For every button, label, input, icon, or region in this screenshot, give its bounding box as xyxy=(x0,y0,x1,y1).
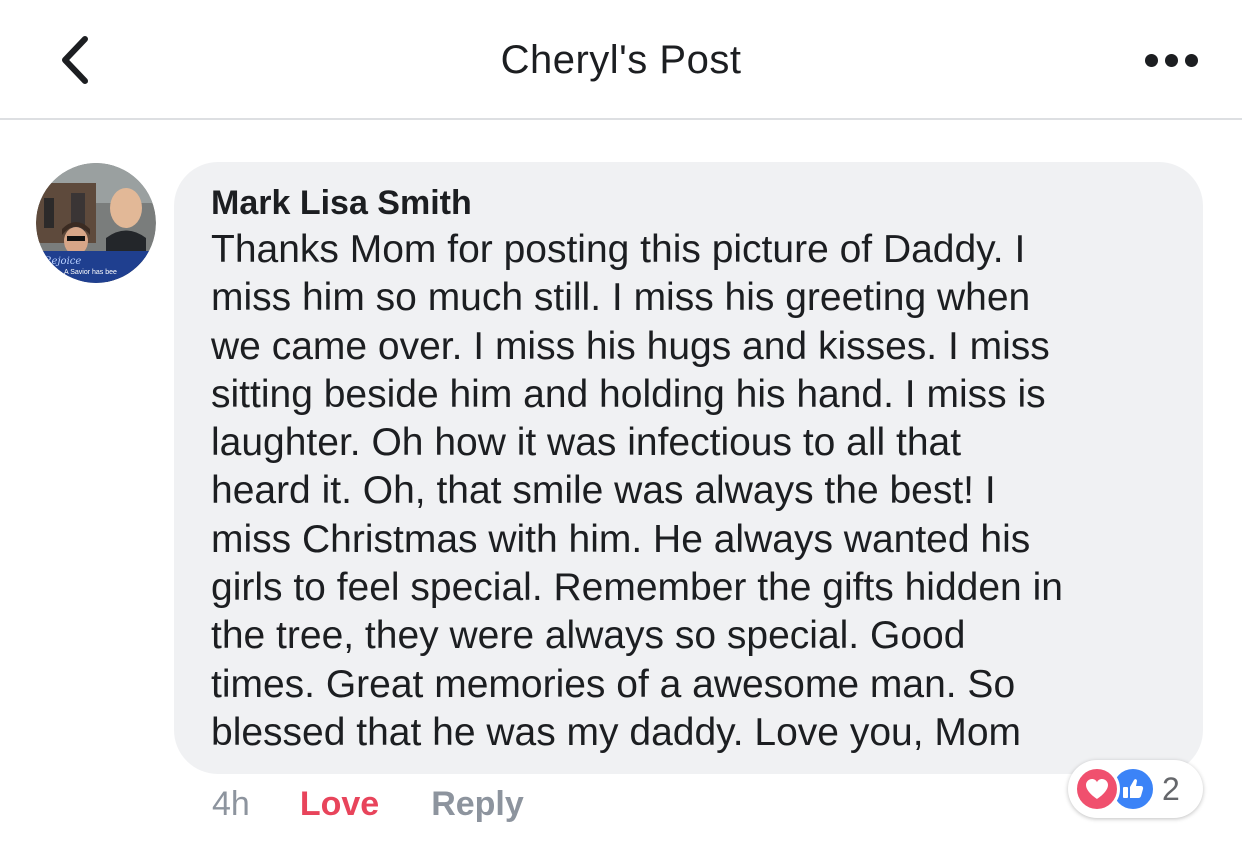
more-options-button[interactable] xyxy=(1136,40,1206,80)
more-dot xyxy=(1184,53,1198,67)
top-navigation-bar: Cheryl's Post xyxy=(0,0,1242,120)
avatar-photo: Rejoice A Savior has bee xyxy=(36,163,156,283)
love-reaction-button[interactable]: Love xyxy=(300,785,379,824)
reply-button[interactable]: Reply xyxy=(431,785,524,824)
comment-timestamp[interactable]: 4h xyxy=(212,785,250,824)
svg-text:Rejoice: Rejoice xyxy=(43,256,81,267)
heart-icon xyxy=(1074,766,1120,812)
comment-bubble: Mark Lisa Smith Thanks Mom for posting t… xyxy=(174,162,1203,774)
comment-author-name[interactable]: Mark Lisa Smith xyxy=(211,184,472,223)
comment-actions: 4h Love Reply xyxy=(212,784,524,824)
comment-text: Thanks Mom for posting this picture of D… xyxy=(211,228,1063,754)
more-dot xyxy=(1164,53,1178,67)
avatar[interactable]: Rejoice A Savior has bee xyxy=(36,163,156,283)
svg-text:A Savior has bee: A Savior has bee xyxy=(64,269,117,276)
more-horizontal-icon xyxy=(1144,53,1158,67)
page-title: Cheryl's Post xyxy=(500,38,742,82)
reaction-summary[interactable]: 2 xyxy=(1068,760,1203,818)
reaction-count: 2 xyxy=(1162,770,1180,807)
